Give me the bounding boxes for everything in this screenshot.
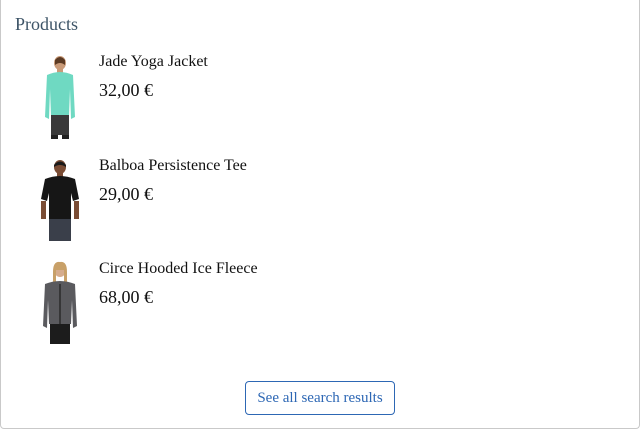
- see-all-results-button[interactable]: See all search results: [245, 381, 395, 415]
- product-image[interactable]: [31, 260, 89, 350]
- section-title: Products: [15, 14, 78, 34]
- product-item[interactable]: Balboa Persistence Tee 29,00 €: [31, 157, 591, 253]
- product-name[interactable]: Jade Yoga Jacket: [99, 53, 208, 71]
- product-image[interactable]: [31, 53, 89, 143]
- product-item[interactable]: Jade Yoga Jacket 32,00 €: [31, 53, 591, 149]
- product-item[interactable]: Circe Hooded Ice Fleece 68,00 €: [31, 260, 591, 356]
- product-name[interactable]: Balboa Persistence Tee: [99, 157, 247, 175]
- product-price: 68,00 €: [99, 287, 153, 307]
- product-price: 29,00 €: [99, 184, 153, 204]
- product-image[interactable]: [31, 157, 89, 247]
- product-name[interactable]: Circe Hooded Ice Fleece: [99, 260, 258, 278]
- product-price: 32,00 €: [99, 80, 153, 100]
- search-autocomplete-panel: Products Jade Yoga Jacket 32,00 € Balboa…: [0, 0, 640, 429]
